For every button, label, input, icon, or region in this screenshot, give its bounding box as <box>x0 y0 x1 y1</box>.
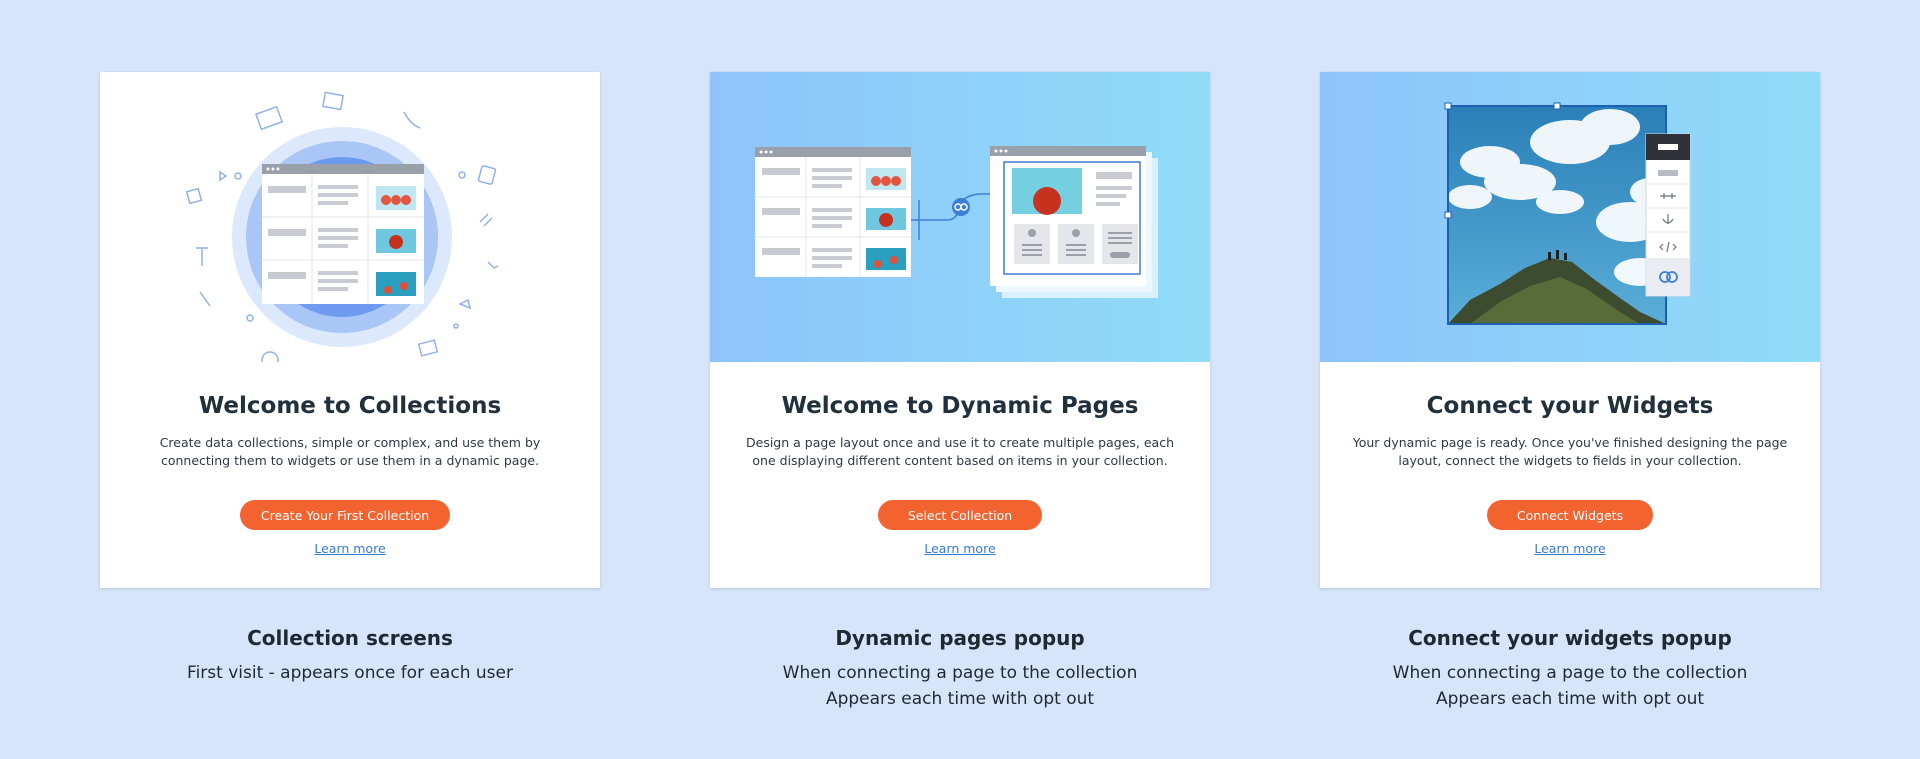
connect-widgets-illustration <box>1320 72 1820 362</box>
caption-title: Connect your widgets popup <box>1408 626 1732 650</box>
collections-welcome-card: Welcome to Collections Create data colle… <box>100 72 600 588</box>
caption-line: First visit - appears once for each user <box>187 663 513 683</box>
card-title: Welcome to Collections <box>198 393 502 419</box>
caption-line: Appears each time with opt out <box>1435 689 1705 709</box>
connect-widgets-card: Connect your Widgets Your dynamic page i… <box>1320 72 1820 588</box>
card-title: Welcome to Dynamic Pages <box>781 393 1139 419</box>
caption-line: When connecting a page to the collection <box>1392 663 1748 683</box>
create-first-collection-button[interactable]: Create Your First Collection <box>240 500 450 530</box>
collections-illustration <box>100 72 600 362</box>
collections-illustration-graphic <box>185 91 499 362</box>
card-description: Create data collections, simple or compl… <box>159 435 541 468</box>
card-description: Your dynamic page is ready. Once you've … <box>1352 435 1788 468</box>
dynamic-pages-illustration-graphic <box>755 146 1158 298</box>
learn-more-link[interactable]: Learn more <box>710 541 1210 556</box>
dynamic-pages-welcome-card: Welcome to Dynamic Pages Design a page l… <box>710 72 1210 588</box>
caption-line: Appears each time with opt out <box>825 689 1095 709</box>
dynamic-pages-illustration <box>710 72 1210 362</box>
connect-widgets-caption: Connect your widgets popup When connecti… <box>1310 626 1830 712</box>
connect-widgets-button[interactable]: Connect Widgets <box>1487 500 1653 530</box>
collection-screens-caption: Collection screens First visit - appears… <box>90 626 610 686</box>
caption-title: Collection screens <box>247 626 453 650</box>
card-title: Connect your Widgets <box>1426 393 1714 419</box>
card-description: Design a page layout once and use it to … <box>746 435 1174 468</box>
learn-more-link[interactable]: Learn more <box>100 541 600 556</box>
caption-line: When connecting a page to the collection <box>782 663 1138 683</box>
learn-more-link[interactable]: Learn more <box>1320 541 1820 556</box>
select-collection-button[interactable]: Select Collection <box>878 500 1042 530</box>
dynamic-pages-caption: Dynamic pages popup When connecting a pa… <box>700 626 1220 712</box>
caption-title: Dynamic pages popup <box>835 626 1085 650</box>
connect-widgets-illustration-graphic <box>1444 102 1691 325</box>
